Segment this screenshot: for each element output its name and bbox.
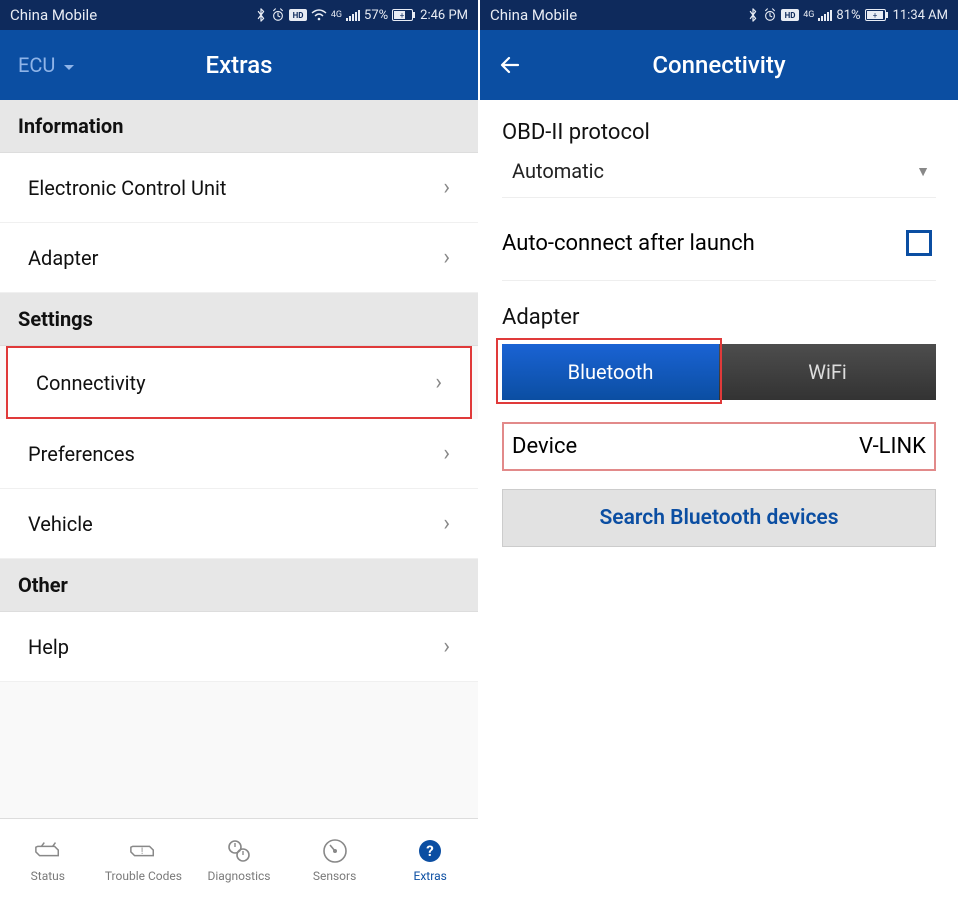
status-bar: China Mobile HD 4G 81% + 11:34 AM [480, 0, 958, 30]
protocol-dropdown[interactable]: Automatic ▼ [502, 159, 936, 198]
svg-text:+: + [400, 11, 405, 20]
svg-text:HD: HD [785, 11, 796, 20]
row-label: Adapter [28, 246, 98, 270]
alarm-icon [271, 8, 285, 22]
chevron-right-icon: › [443, 634, 450, 659]
content-area: OBD-II protocol Automatic ▼ Auto-connect… [480, 100, 958, 900]
row-ecu[interactable]: Electronic Control Unit › [0, 153, 478, 223]
app-bar: Connectivity [480, 30, 958, 100]
adapter-bluetooth-button[interactable]: Bluetooth [502, 344, 719, 400]
device-label: Device [512, 434, 577, 459]
search-bluetooth-button[interactable]: Search Bluetooth devices [502, 489, 936, 547]
nav-label: Status [31, 869, 65, 883]
nav-status[interactable]: Status [0, 819, 96, 900]
nav-label: Extras [414, 869, 447, 883]
clock: 2:46 PM [420, 8, 468, 23]
seg-label: Bluetooth [568, 360, 654, 384]
signal-tag: 4G [803, 11, 814, 20]
back-arrow-icon [498, 53, 522, 77]
status-icon [34, 837, 62, 865]
search-button-label: Search Bluetooth devices [599, 506, 838, 530]
phone-left-extras: China Mobile HD 4G 57% + 2:46 PM [0, 0, 480, 900]
nav-extras[interactable]: ? Extras [382, 819, 478, 900]
row-label: Help [28, 635, 69, 659]
chevron-right-icon: › [435, 370, 442, 395]
svg-text:!: ! [141, 845, 143, 856]
row-vehicle[interactable]: Vehicle › [0, 489, 478, 559]
svg-text:HD: HD [292, 11, 303, 20]
row-label: Connectivity [36, 371, 146, 395]
carrier-label: China Mobile [10, 6, 97, 24]
row-preferences[interactable]: Preferences › [0, 419, 478, 489]
signal-icon [346, 9, 360, 21]
row-adapter[interactable]: Adapter › [0, 223, 478, 293]
adapter-label: Adapter [502, 305, 936, 330]
wifi-icon [311, 9, 327, 21]
bluetooth-icon [255, 8, 267, 22]
chevron-right-icon: › [443, 441, 450, 466]
chevron-down-icon [63, 53, 75, 77]
protocol-value: Automatic [512, 159, 604, 183]
section-settings: Settings [0, 293, 478, 346]
battery-percent: 57% [364, 8, 388, 23]
autoconnect-checkbox[interactable] [906, 230, 932, 256]
bottom-nav: Status ! Trouble Codes Diagnostics Senso… [0, 818, 478, 900]
autoconnect-label: Auto-connect after launch [502, 231, 755, 256]
nav-label: Diagnostics [207, 869, 270, 883]
row-label: Vehicle [28, 512, 93, 536]
carrier-label: China Mobile [490, 6, 577, 24]
svg-text:?: ? [426, 842, 433, 860]
nav-sensors[interactable]: Sensors [287, 819, 383, 900]
ecu-dropdown[interactable]: ECU [18, 53, 75, 77]
row-connectivity[interactable]: Connectivity › [6, 346, 472, 419]
phone-right-connectivity: China Mobile HD 4G 81% + 11:34 AM [480, 0, 960, 900]
section-other: Other [0, 559, 478, 612]
device-value: V-LINK [859, 434, 926, 459]
battery-icon: + [392, 9, 416, 21]
adapter-segment: Bluetooth WiFi [502, 344, 936, 400]
svg-text:+: + [872, 11, 877, 20]
adapter-wifi-button[interactable]: WiFi [719, 344, 936, 400]
row-label: Electronic Control Unit [28, 176, 226, 200]
signal-tag: 4G [331, 11, 342, 20]
sensors-icon [321, 837, 349, 865]
chevron-right-icon: › [443, 245, 450, 270]
row-label: Preferences [28, 442, 135, 466]
hd-icon: HD [781, 9, 799, 21]
nav-label: Sensors [313, 869, 356, 883]
hd-icon: HD [289, 9, 307, 21]
battery-icon: + [865, 9, 889, 21]
page-title: Extras [206, 51, 273, 79]
nav-label: Trouble Codes [105, 869, 182, 883]
status-bar: China Mobile HD 4G 57% + 2:46 PM [0, 0, 478, 30]
chevron-right-icon: › [443, 175, 450, 200]
device-row[interactable]: Device V-LINK [502, 422, 936, 471]
nav-trouble-codes[interactable]: ! Trouble Codes [96, 819, 192, 900]
alarm-icon [763, 8, 777, 22]
ecu-dropdown-label: ECU [18, 53, 55, 77]
protocol-label: OBD-II protocol [502, 120, 936, 145]
signal-icon [818, 9, 832, 21]
back-button[interactable] [498, 53, 522, 77]
page-title: Connectivity [652, 51, 785, 79]
diagnostics-icon [225, 837, 253, 865]
extras-icon: ? [416, 837, 444, 865]
bluetooth-icon [747, 8, 759, 22]
section-information: Information [0, 100, 478, 153]
nav-diagnostics[interactable]: Diagnostics [191, 819, 287, 900]
clock: 11:34 AM [893, 8, 948, 23]
app-bar: ECU Extras [0, 30, 478, 100]
caret-down-icon: ▼ [916, 163, 930, 180]
autoconnect-row[interactable]: Auto-connect after launch [502, 226, 936, 281]
battery-percent: 81% [836, 8, 860, 23]
trouble-codes-icon: ! [129, 837, 157, 865]
seg-label: WiFi [808, 360, 847, 384]
chevron-right-icon: › [443, 511, 450, 536]
row-help[interactable]: Help › [0, 612, 478, 682]
